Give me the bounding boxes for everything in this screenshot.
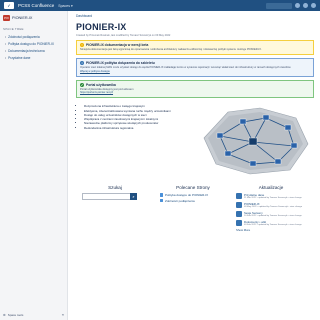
avatar — [236, 210, 242, 217]
help-icon[interactable] — [295, 3, 300, 8]
update-meta: 03 Feb 2022 • updated by Tomasz Szewczyk… — [244, 223, 302, 226]
spaces-label: Spaces — [58, 3, 70, 8]
sidebar-item-label: Polityka dostępu do PIONIER-IX — [8, 41, 55, 46]
panel-text: Operator sieci lokalnej MAN może uzyskać… — [80, 66, 292, 70]
spaces-menu[interactable]: Spaces ▾ — [58, 4, 72, 8]
recommended-link[interactable]: Zdolności podłączenia — [154, 199, 232, 203]
recommended-title: Polecane Strony — [176, 185, 210, 191]
space-tools-label: Space tools — [7, 313, 24, 317]
sidebar-item-zdolnosci[interactable]: • Zdolności podłączenia — [0, 33, 67, 40]
gear-icon: ⚙ — [3, 313, 6, 317]
list-item: Redundantna infrastruktura regionalna — [84, 126, 194, 130]
panel-title: Portal użytkownika — [86, 82, 116, 87]
sidebar-item-przydatne[interactable]: • Przydatne dane — [0, 55, 67, 62]
update-item[interactable]: Sesje Serwery 10 Feb 2022 • updated by To… — [236, 210, 310, 218]
breadcrumb[interactable]: Dashboard — [76, 14, 314, 18]
main-content: Dashboard PIONIER-IX Created by Przemek … — [76, 14, 314, 232]
top-navbar: ✓ PCSS Confluence Spaces ▾ — [0, 0, 320, 11]
sidebar-item-label: Zdolności podłączenia — [8, 34, 40, 39]
space-icon: PIX — [3, 15, 10, 21]
warning-panel: ! PIONIER-IX dokumentacja w wersji beta N… — [76, 40, 314, 56]
app-logo[interactable]: ✓ — [4, 2, 14, 9]
recommended-label: Zdolności podłączenia — [165, 198, 195, 203]
panel-title: PIONIER-IX polityka dołączenia do szkiel… — [86, 61, 155, 66]
sidebar-item-label: Dokumentacja techniczna — [8, 48, 45, 53]
bullet-icon: • — [5, 48, 7, 53]
avatar[interactable] — [311, 3, 316, 8]
page-byline: Created by Przemek Rusinek, last modifie… — [76, 34, 171, 37]
check-icon: ✓ — [80, 82, 84, 87]
avatar — [236, 219, 242, 226]
bullet-icon: • — [5, 56, 7, 61]
sidebar: PIX PIONIER-IX SPACE TREE • Zdolności pod… — [0, 11, 68, 320]
avatar — [236, 193, 242, 200]
chevron-down-icon: ▾ — [70, 3, 73, 8]
features-list: Rozproszona infrastruktura o zasięgu kra… — [76, 104, 194, 176]
update-item[interactable]: Przydatne dane 21 Mar 2022 • updated by T… — [236, 193, 310, 200]
bullet-icon: • — [5, 34, 7, 39]
notifications-icon[interactable] — [303, 3, 308, 8]
update-meta: 21 Mar 2022 • updated by Tomasz Szewczyk… — [244, 197, 302, 200]
sidebar-item-polityka[interactable]: • Polityka dostępu do PIONIER-IX — [0, 40, 67, 47]
updates-title: Aktualizacje — [258, 185, 284, 191]
network-map-image — [198, 104, 312, 176]
page-icon — [160, 198, 163, 203]
space-name[interactable]: PIONIER-IX — [12, 16, 32, 20]
portal-link[interactable]: https://portal.ix.pionier.net.pl/ — [80, 91, 310, 94]
info-icon: i — [80, 61, 84, 66]
search-icon: ⌕ — [132, 194, 135, 200]
panel-title: PIONIER-IX dokumentacja w wersji beta — [86, 43, 149, 47]
recommended-widget: Polecane Strony Polityka dostępu do PION… — [154, 185, 232, 232]
updates-widget: Aktualizacje Przydatne dane 21 Mar 2022 •… — [232, 185, 310, 232]
global-search-input[interactable] — [266, 2, 292, 9]
avatar — [236, 202, 242, 209]
sidebar-item-label: Przydatne dane — [8, 56, 31, 61]
panel-text: Niniejsza dokumentacja jest fazą wyjścio… — [80, 48, 262, 51]
sidebar-item-dokumentacja[interactable]: • Dokumentacja techniczna — [0, 47, 67, 54]
page-icon — [160, 193, 163, 197]
space-header[interactable]: PIX PIONIER-IX — [0, 11, 67, 23]
update-item[interactable]: PIONIER-IX 09 May 2022 • updated by Tomas… — [236, 202, 310, 209]
success-panel: ✓ Portal użytkownika Portal użytkownika d… — [76, 79, 314, 99]
search-button[interactable]: ⌕ — [130, 193, 137, 201]
warning-icon: ! — [80, 43, 84, 47]
info-panel: i PIONIER-IX polityka dołączenia do szkie… — [76, 58, 314, 77]
search-widget: Szukaj ⌕ — [76, 185, 154, 232]
space-search-input[interactable] — [82, 193, 130, 201]
search-title: Szukaj — [108, 185, 122, 191]
update-meta: 10 Feb 2022 • updated by Tomasz Szewczyk… — [244, 214, 302, 217]
collapse-sidebar-icon[interactable]: « — [62, 312, 64, 317]
recommended-link[interactable]: Polityka dostępu do PIONIER-IX — [154, 193, 232, 197]
space-tools-button[interactable]: ⚙ Space tools — [3, 313, 23, 317]
brand-name[interactable]: PCSS Confluence — [18, 3, 54, 8]
page-title: PIONIER-IX — [76, 22, 127, 32]
space-tree-heading: SPACE TREE — [3, 27, 24, 31]
recommended-label: Polityka dostępu do PIONIER-IX — [165, 193, 209, 198]
bullet-icon: • — [5, 41, 7, 46]
show-more-link[interactable]: Show More — [232, 228, 310, 232]
update-item[interactable]: Dokumenty • wiki 03 Feb 2022 • updated by… — [236, 219, 310, 227]
policy-link[interactable]: Więcej w polityce dostępu — [80, 70, 310, 73]
update-meta: 09 May 2022 • updated by Tomasz Szewczyk… — [244, 206, 303, 209]
